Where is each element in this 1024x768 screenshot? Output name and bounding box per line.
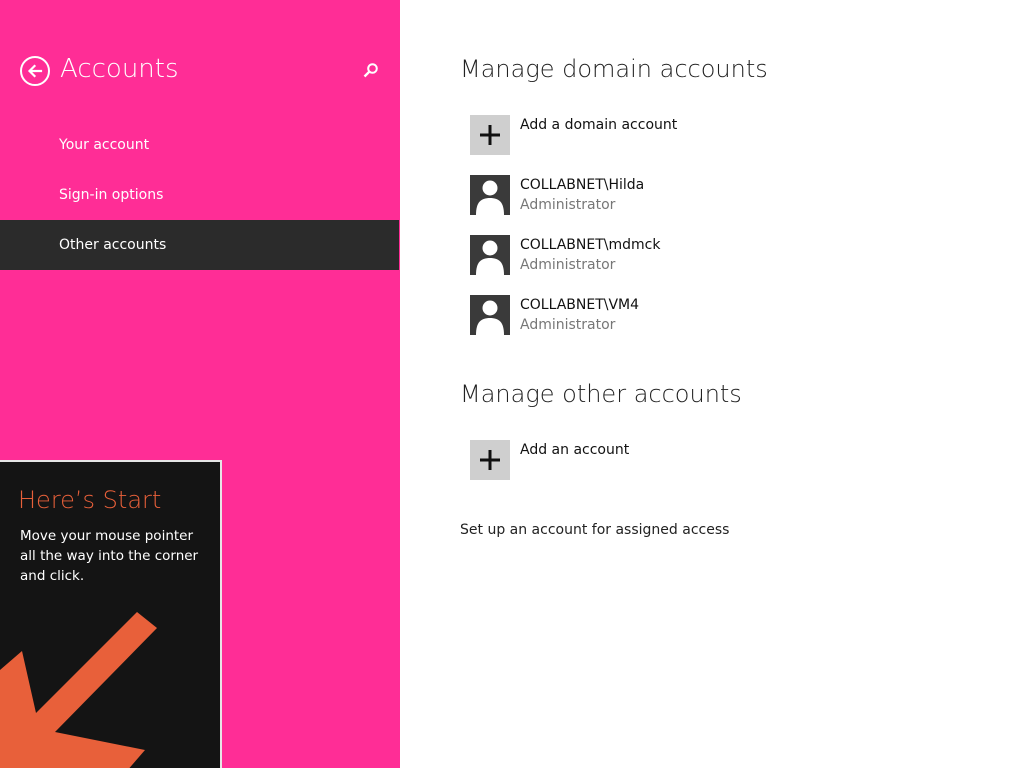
account-name[interactable]: COLLABNET\mdmck (520, 237, 660, 253)
account-name[interactable]: COLLABNET\Hilda (520, 177, 644, 193)
add-account-label[interactable]: Add an account (520, 442, 629, 458)
start-tip-panel: Here’s Start Move your mouse pointer all… (0, 460, 222, 768)
domain-accounts-heading: Manage domain accounts (460, 55, 768, 83)
account-role: Administrator (520, 197, 616, 213)
back-arrow-icon (27, 64, 43, 78)
user-icon (476, 300, 504, 335)
plus-icon (480, 125, 500, 145)
add-domain-account-button[interactable] (470, 115, 510, 155)
sidebar-item-label: Other accounts (59, 237, 167, 253)
sidebar-item-sign-in-options[interactable]: Sign-in options (0, 170, 399, 220)
main-content: Manage domain accounts Add a domain acco… (460, 0, 1024, 768)
sidebar-item-label: Sign-in options (59, 187, 164, 203)
avatar[interactable] (470, 235, 510, 275)
avatar[interactable] (470, 295, 510, 335)
assigned-access-link[interactable]: Set up an account for assigned access (460, 522, 729, 538)
account-role: Administrator (520, 317, 616, 333)
back-button[interactable] (20, 56, 50, 86)
avatar[interactable] (470, 175, 510, 215)
search-icon[interactable] (362, 61, 380, 79)
account-name[interactable]: COLLABNET\VM4 (520, 297, 639, 313)
add-account-button[interactable] (470, 440, 510, 480)
sidebar: Accounts Your account Sign-in options Ot… (0, 0, 400, 768)
user-icon (476, 240, 504, 275)
add-domain-account-label[interactable]: Add a domain account (520, 117, 677, 133)
plus-icon (480, 450, 500, 470)
sidebar-item-other-accounts[interactable]: Other accounts (0, 220, 399, 270)
tip-text: Move your mouse pointer all the way into… (20, 528, 199, 584)
user-icon (476, 180, 504, 215)
other-accounts-heading: Manage other accounts (460, 380, 742, 408)
tip-title: Here’s Start (18, 486, 162, 514)
sidebar-item-label: Your account (59, 137, 150, 153)
sidebar-item-your-account[interactable]: Your account (0, 120, 399, 170)
page-title: Accounts (60, 54, 179, 84)
corner-arrow-icon (0, 612, 157, 768)
account-role: Administrator (520, 257, 616, 273)
